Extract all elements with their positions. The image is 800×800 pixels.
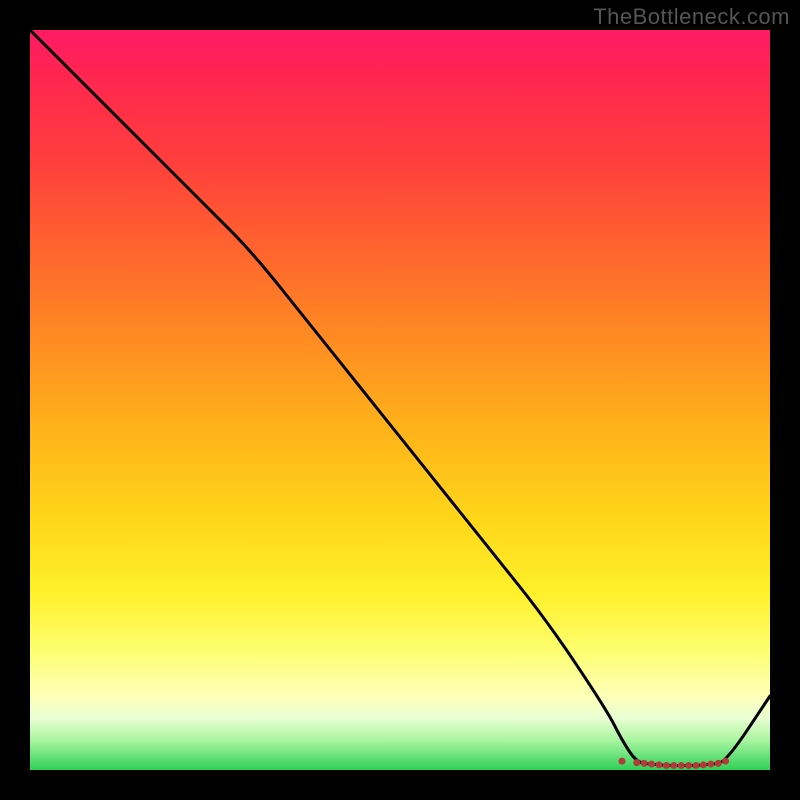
data-point bbox=[641, 760, 648, 767]
data-point bbox=[715, 760, 722, 767]
data-point bbox=[707, 761, 714, 768]
plot-area bbox=[30, 30, 770, 770]
data-point bbox=[656, 761, 663, 768]
chart-svg bbox=[30, 30, 770, 770]
data-point bbox=[693, 762, 700, 769]
data-point bbox=[633, 759, 640, 766]
data-point bbox=[670, 762, 677, 769]
watermark-label: TheBottleneck.com bbox=[593, 4, 790, 30]
data-point bbox=[722, 758, 729, 765]
data-point bbox=[619, 758, 626, 765]
data-point bbox=[678, 762, 685, 769]
data-point bbox=[663, 762, 670, 769]
data-point bbox=[648, 761, 655, 768]
data-point bbox=[700, 761, 707, 768]
data-point bbox=[685, 762, 692, 769]
chart-container: TheBottleneck.com bbox=[0, 0, 800, 800]
primary-curve bbox=[30, 30, 770, 766]
